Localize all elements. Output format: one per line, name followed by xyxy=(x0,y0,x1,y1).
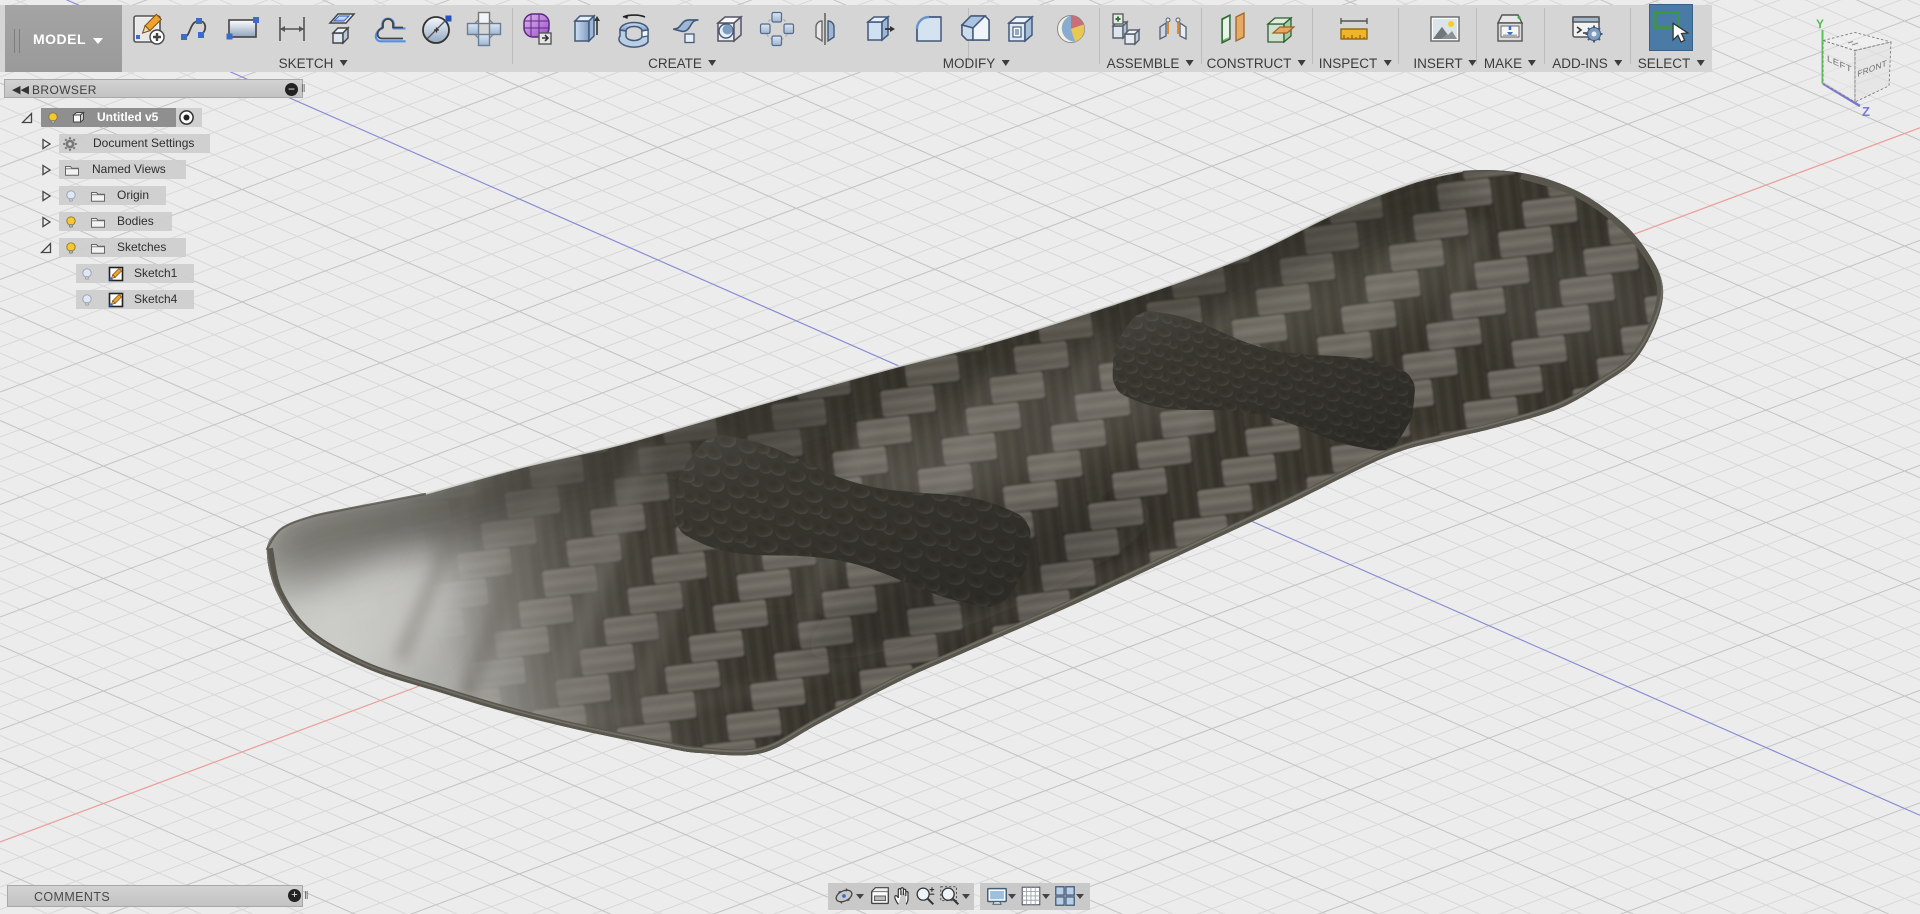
svg-text:Y: Y xyxy=(1816,17,1824,31)
svg-text:Z: Z xyxy=(1862,104,1870,119)
